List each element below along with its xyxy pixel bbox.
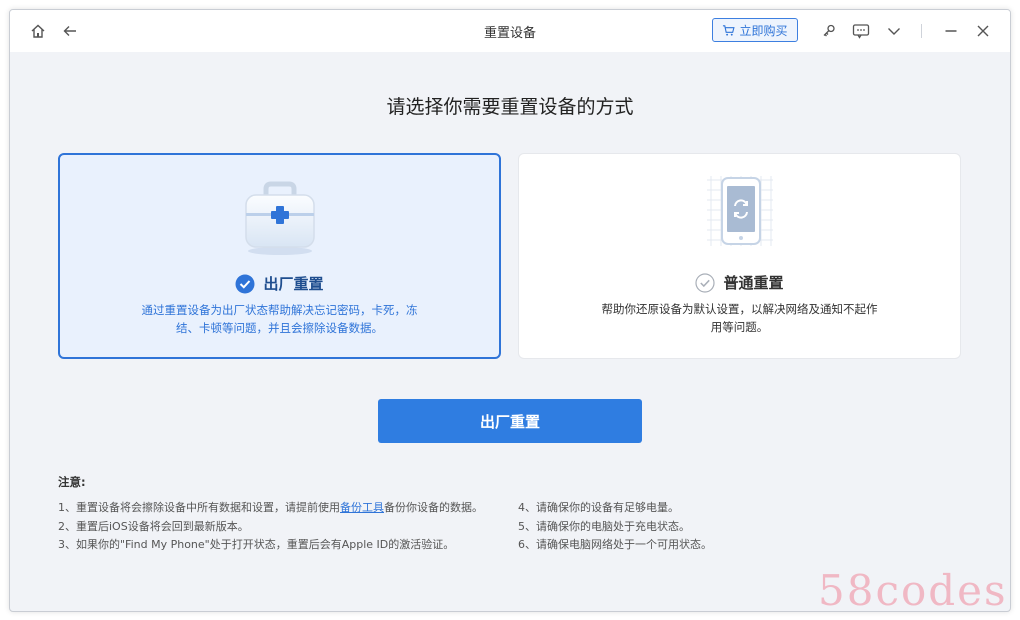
buy-now-label: 立即购买 — [739, 23, 788, 38]
note-item: 2、重置后iOS设备将会回到最新版本。 — [58, 519, 249, 533]
option-description: 帮助你还原设备为默认设置，以解决网络及通知不起作 用等问题。 — [599, 300, 880, 336]
first-aid-kit-icon — [238, 177, 322, 261]
title-bar: 重置设备 立即购买 — [10, 10, 1010, 52]
option-description-line: 用等问题。 — [710, 320, 769, 334]
feedback-icon[interactable] — [851, 21, 871, 41]
option-title-label: 普通重置 — [723, 274, 784, 292]
option-description-line: 结、卡顿等问题，并且会擦除设备数据。 — [176, 321, 383, 335]
note-text: 1、重置设备将会擦除设备中所有数据和设置，请提前使用 — [58, 501, 340, 514]
check-circle-outline-icon — [695, 272, 716, 293]
titlebar-divider — [921, 24, 922, 38]
notes-column-left: 1、重置设备将会擦除设备中所有数据和设置，请提前使用备份工具备份你设备的数据。 … — [58, 499, 483, 555]
notes-title: 注意: — [58, 475, 86, 489]
phone-reset-icon — [699, 170, 781, 258]
close-icon[interactable] — [973, 21, 993, 41]
option-description-line: 帮助你还原设备为默认设置，以解决网络及通知不起作 — [601, 302, 878, 316]
chevron-down-icon[interactable] — [884, 21, 904, 41]
note-item: 1、重置设备将会擦除设备中所有数据和设置，请提前使用备份工具备份你设备的数据。 — [58, 499, 483, 518]
home-icon[interactable] — [28, 21, 48, 41]
minimize-icon[interactable] — [941, 21, 961, 41]
option-card-normal-reset[interactable]: 普通重置 帮助你还原设备为默认设置，以解决网络及通知不起作 用等问题。 — [518, 153, 961, 359]
factory-reset-button[interactable]: 出厂重置 — [378, 399, 642, 443]
note-text: 备份你设备的数据。 — [384, 501, 483, 514]
option-card-factory-reset[interactable]: 出厂重置 通过重置设备为出厂状态帮助解决忘记密码，卡死，冻 结、卡顿等问题，并且… — [58, 153, 501, 359]
option-description-line: 通过重置设备为出厂状态帮助解决忘记密码，卡死，冻 — [141, 303, 418, 317]
note-item: 3、如果你的"Find My Phone"处于打开状态，重置后会有Apple I… — [58, 538, 455, 551]
page-heading: 请选择你需要重置设备的方式 — [386, 96, 634, 118]
option-title-factory-reset: 出厂重置 — [60, 273, 499, 294]
cart-icon — [723, 24, 736, 36]
notes-column-right: 4、请确保你的设备有足够电量。 5、请确保你的电脑处于充电状态。 6、请确保电脑… — [518, 499, 712, 555]
option-description: 通过重置设备为出厂状态帮助解决忘记密码，卡死，冻 结、卡顿等问题，并且会擦除设备… — [140, 301, 419, 337]
note-item: 5、请确保你的电脑处于充电状态。 — [518, 519, 690, 533]
backup-tool-link[interactable]: 备份工具 — [340, 501, 384, 514]
check-circle-icon — [235, 274, 255, 293]
buy-now-button[interactable]: 立即购买 — [712, 18, 798, 42]
option-title-label: 出厂重置 — [263, 275, 324, 293]
note-item: 6、请确保电脑网络处于一个可用状态。 — [518, 538, 712, 551]
key-icon[interactable] — [819, 21, 839, 41]
note-item: 4、请确保你的设备有足够电量。 — [518, 501, 679, 514]
back-arrow-icon[interactable] — [60, 21, 80, 41]
option-title-normal-reset: 普通重置 — [519, 272, 960, 293]
app-window: 重置设备 立即购买 请选择你需要重置设备的方式 出厂重置 通过重置设备为出厂状态… — [9, 9, 1011, 612]
